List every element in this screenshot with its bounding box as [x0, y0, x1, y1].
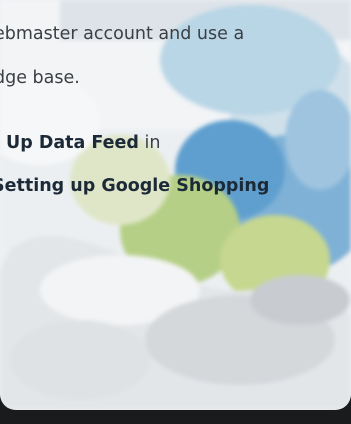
instruction-line-1: Up Data Feed in [6, 133, 160, 153]
blurred-illustration [0, 0, 351, 410]
link-up-data-feed[interactable]: Up Data Feed [6, 133, 139, 153]
illustration-graphic [0, 0, 351, 410]
instruction-line-2: Setting up Google Shopping [0, 176, 269, 196]
help-article-card: ebmaster account and use a dge base. Up … [0, 0, 351, 410]
intro-text-line-2: dge base. [0, 68, 80, 88]
intro-text-line-1: ebmaster account and use a [0, 24, 245, 44]
link-setting-up-google-shopping[interactable]: Setting up Google Shopping [0, 176, 269, 196]
instruction-in-text: in [138, 133, 161, 153]
